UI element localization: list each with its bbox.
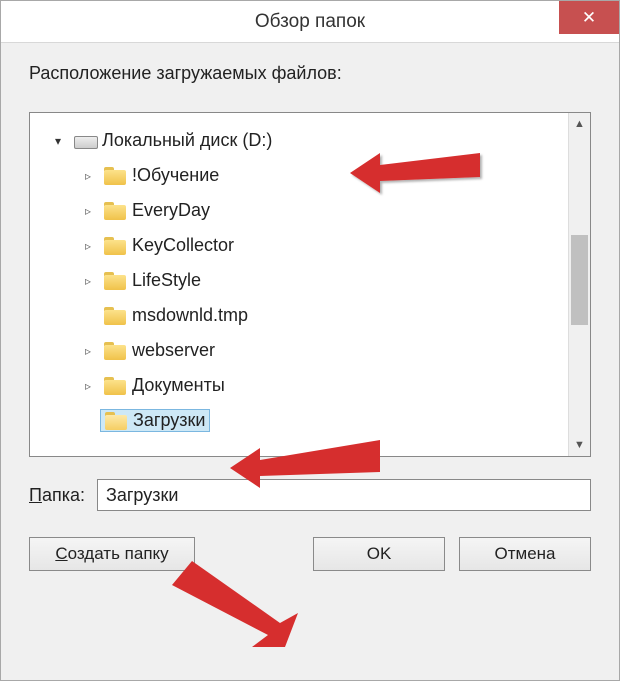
- button-row: Создать папку OK Отмена: [29, 537, 591, 571]
- folder-name-row: Папка:: [29, 479, 591, 511]
- scroll-down-icon[interactable]: ▼: [569, 434, 590, 456]
- folder-open-icon: [105, 412, 127, 430]
- tree-item[interactable]: msdownld.tmp: [34, 298, 564, 333]
- dialog-content: Расположение загружаемых файлов: ▾ Локал…: [1, 43, 619, 680]
- browse-folder-dialog: Обзор папок ✕ Расположение загружаемых ф…: [0, 0, 620, 681]
- chevron-right-icon[interactable]: ▹: [80, 239, 96, 253]
- titlebar: Обзор папок ✕: [1, 1, 619, 43]
- tree-item-label: Загрузки: [133, 410, 205, 431]
- tree-item-label: !Обучение: [132, 165, 219, 186]
- tree-item[interactable]: ▹ KeyCollector: [34, 228, 564, 263]
- tree-item-label: KeyCollector: [132, 235, 234, 256]
- folder-icon: [104, 237, 126, 255]
- tree-item-selected[interactable]: Загрузки: [34, 403, 564, 438]
- tree-item-label: Документы: [132, 375, 225, 396]
- scroll-thumb[interactable]: [571, 235, 588, 325]
- chevron-right-icon[interactable]: ▹: [80, 169, 96, 183]
- tree-item-label: webserver: [132, 340, 215, 361]
- chevron-right-icon[interactable]: ▹: [80, 204, 96, 218]
- folder-icon: [104, 342, 126, 360]
- window-title: Обзор папок: [1, 11, 619, 33]
- chevron-right-icon[interactable]: ▹: [80, 274, 96, 288]
- tree-item-label: Локальный диск (D:): [102, 130, 272, 151]
- scroll-up-icon[interactable]: ▲: [569, 113, 590, 135]
- folder-name-input[interactable]: [97, 479, 591, 511]
- tree-item[interactable]: ▹ !Обучение: [34, 158, 564, 193]
- tree-item[interactable]: ▹ Документы: [34, 368, 564, 403]
- folder-icon: [104, 307, 126, 325]
- close-button[interactable]: ✕: [559, 1, 619, 34]
- cancel-button[interactable]: Отмена: [459, 537, 591, 571]
- folder-name-label: Папка:: [29, 485, 85, 506]
- folder-icon: [104, 377, 126, 395]
- prompt-text: Расположение загружаемых файлов:: [29, 63, 591, 84]
- tree-viewport: ▾ Локальный диск (D:) ▹ !Обучение ▹: [30, 113, 568, 456]
- ok-button[interactable]: OK: [313, 537, 445, 571]
- scroll-track[interactable]: [569, 135, 590, 434]
- tree-item-drive[interactable]: ▾ Локальный диск (D:): [34, 123, 564, 158]
- tree-item[interactable]: ▹ EveryDay: [34, 193, 564, 228]
- folder-icon: [104, 167, 126, 185]
- tree-item[interactable]: ▹ webserver: [34, 333, 564, 368]
- tree-item[interactable]: ▹ LifeStyle: [34, 263, 564, 298]
- tree-item-label: EveryDay: [132, 200, 210, 221]
- chevron-right-icon[interactable]: ▹: [80, 344, 96, 358]
- folder-tree: ▾ Локальный диск (D:) ▹ !Обучение ▹: [29, 112, 591, 457]
- tree-item-label: msdownld.tmp: [132, 305, 248, 326]
- close-icon: ✕: [582, 8, 596, 28]
- tree-item-label: LifeStyle: [132, 270, 201, 291]
- ok-cancel-group: OK Отмена: [313, 537, 591, 571]
- folder-icon: [104, 202, 126, 220]
- chevron-down-icon[interactable]: ▾: [50, 134, 66, 148]
- chevron-right-icon[interactable]: ▹: [80, 379, 96, 393]
- vertical-scrollbar[interactable]: ▲ ▼: [568, 113, 590, 456]
- folder-icon: [104, 272, 126, 290]
- new-folder-button[interactable]: Создать папку: [29, 537, 195, 571]
- drive-icon: [74, 133, 96, 149]
